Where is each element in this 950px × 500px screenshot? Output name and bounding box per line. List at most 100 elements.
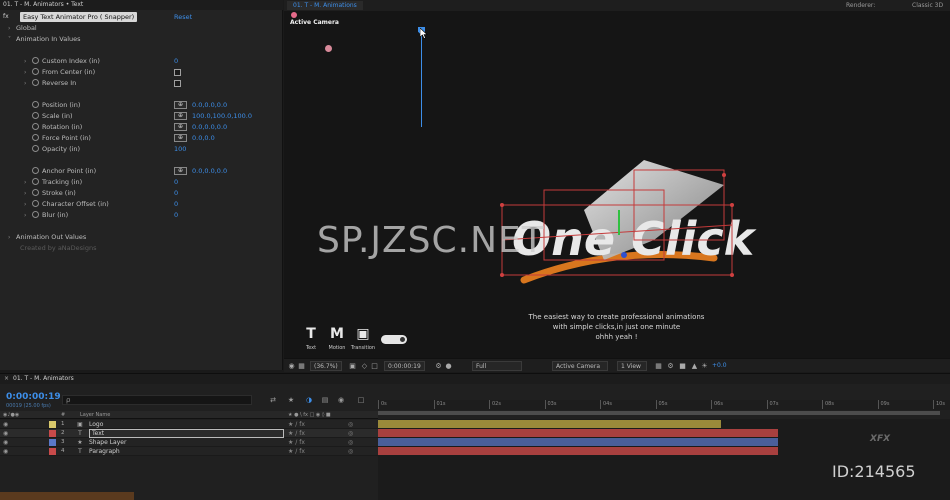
comp-mini-flowchart-icon[interactable]: ⇄ — [268, 395, 278, 405]
parent-pickwhip-icon[interactable]: ◎ — [348, 429, 353, 438]
flowchart-icon[interactable]: ▲ — [690, 361, 699, 370]
shy-layers-icon[interactable]: ◑ — [304, 395, 314, 405]
layer-name[interactable]: Logo — [89, 420, 103, 429]
visibility-eye-icon[interactable]: ◉ — [3, 421, 8, 428]
effect-property-row[interactable]: Opacity (in) — [24, 144, 80, 154]
stopwatch-icon[interactable] — [32, 134, 39, 141]
layer-search-input[interactable]: ρ — [62, 395, 252, 405]
effect-property-value[interactable]: 0.0,0.0,0.0 — [192, 166, 227, 176]
point-picker-icon[interactable]: ⊕ — [174, 112, 187, 120]
layer-row[interactable]: ◉ 1 ▣ Logo ★ / fx ◎ — [0, 420, 378, 429]
effect-property-value[interactable]: 100.0,100.0,100.0 — [192, 111, 252, 121]
timeline-icon[interactable]: ■ — [678, 361, 687, 370]
fx-badge[interactable]: fx — [3, 13, 15, 21]
layer-label-color[interactable] — [49, 439, 56, 446]
parent-pickwhip-icon[interactable]: ◎ — [348, 447, 353, 456]
renderer-value[interactable]: Classic 3D — [912, 1, 943, 10]
current-timecode[interactable]: 0:00:00:19 — [6, 392, 61, 402]
effect-property-value[interactable]: 0.0,0.0,0.0 — [192, 100, 227, 110]
effect-checkbox[interactable] — [174, 68, 181, 76]
always-preview-icon[interactable]: ◉ — [287, 361, 296, 370]
effect-property-value[interactable]: 0 — [174, 199, 178, 209]
grid-icon[interactable]: ▦ — [297, 361, 306, 370]
layer-name[interactable]: Paragraph — [89, 447, 120, 456]
point-picker-icon[interactable]: ⊕ — [174, 123, 187, 131]
toggle-switch[interactable] — [381, 335, 407, 344]
effect-property-row[interactable]: Scale (in) — [24, 111, 73, 121]
effect-property-value[interactable]: 100 — [174, 144, 186, 154]
visibility-eye-icon[interactable]: ◉ — [3, 439, 8, 446]
effect-property-row[interactable]: Force Point (in) — [24, 133, 91, 143]
layer-row[interactable]: ◉ 2 T Text ★ / fx ◎ — [0, 429, 378, 438]
effect-property-row[interactable]: Anchor Point (in) — [24, 166, 96, 176]
graph-editor-icon[interactable]: □ — [356, 395, 366, 405]
disclosure-triangle-icon[interactable]: › — [24, 178, 32, 188]
region-icon[interactable]: □ — [370, 361, 379, 370]
disclosure-triangle-icon[interactable]: › — [24, 211, 32, 221]
stopwatch-icon[interactable] — [32, 145, 39, 152]
layer-duration-bar[interactable] — [378, 429, 779, 437]
stopwatch-icon[interactable] — [32, 211, 39, 218]
resolution-dropdown[interactable]: Full — [472, 361, 522, 371]
effect-property-value[interactable]: 0 — [174, 210, 178, 220]
exposure-icon[interactable]: ☀ — [700, 361, 709, 370]
disclosure-triangle-icon[interactable]: ˅ — [8, 35, 16, 45]
disclosure-triangle-icon[interactable]: › — [24, 79, 32, 89]
column-layer-name-header[interactable]: Layer Name — [80, 411, 110, 419]
effect-property-row[interactable]: Created by aNaDesigns — [20, 243, 97, 253]
safe-zones-icon[interactable]: ▣ — [348, 361, 357, 370]
effect-property-value[interactable]: 0 — [174, 177, 178, 187]
camera-dropdown[interactable]: Active Camera — [552, 361, 608, 371]
effect-property-row[interactable]: › From Center (in) — [24, 67, 95, 77]
layout-icon[interactable]: ▦ — [654, 361, 663, 370]
reset-link[interactable]: Reset — [174, 12, 192, 22]
close-icon[interactable]: × — [4, 374, 9, 384]
motion-tool[interactable]: M Motion — [324, 326, 350, 351]
stopwatch-icon[interactable] — [32, 57, 39, 64]
disclosure-triangle-icon[interactable]: › — [24, 57, 32, 67]
stopwatch-icon[interactable] — [32, 167, 39, 174]
layer-duration-bar[interactable] — [378, 447, 779, 455]
timeline-tab[interactable]: 01. T - M. Animators — [13, 374, 74, 384]
effect-property-row[interactable]: › Tracking (in) — [24, 177, 82, 187]
effect-name[interactable]: Easy Text Animator Pro ( Snapper) — [20, 12, 138, 22]
visibility-eye-icon[interactable]: ◉ — [3, 430, 8, 437]
effect-property-value[interactable]: 0 — [174, 56, 178, 66]
stopwatch-icon[interactable] — [32, 189, 39, 196]
effect-controls-tab[interactable]: 01. T - M. Animators • Text — [0, 0, 283, 10]
composition-viewer[interactable]: 01. T - M. Animations Renderer: Classic … — [284, 0, 950, 358]
point-picker-icon[interactable]: ⊕ — [174, 134, 187, 142]
channel-icon[interactable]: ● — [444, 361, 453, 370]
work-area-bar[interactable] — [378, 411, 940, 415]
motion-blur-icon[interactable]: ◉ — [336, 395, 346, 405]
stopwatch-icon[interactable] — [32, 79, 39, 86]
stopwatch-icon[interactable] — [32, 123, 39, 130]
effect-property-row[interactable]: ˅ Animation In Values — [8, 34, 81, 44]
effect-property-row[interactable]: › Reverse In — [24, 78, 76, 88]
disclosure-triangle-icon[interactable]: › — [8, 24, 16, 34]
effect-property-row[interactable]: › Global — [8, 23, 37, 33]
stopwatch-icon[interactable] — [32, 112, 39, 119]
stopwatch-icon[interactable] — [32, 68, 39, 75]
disclosure-triangle-icon[interactable]: › — [24, 200, 32, 210]
effect-property-row[interactable]: › Custom Index (in) — [24, 56, 100, 66]
snapshot-icon[interactable]: ⚙ — [434, 361, 443, 370]
effect-property-row[interactable]: › Blur (in) — [24, 210, 68, 220]
layer-row[interactable]: ◉ 3 ★ Shape Layer ★ / fx ◎ — [0, 438, 378, 447]
layer-name[interactable]: Shape Layer — [89, 438, 126, 447]
point-picker-icon[interactable]: ⊕ — [174, 167, 187, 175]
frame-blending-icon[interactable]: ▤ — [320, 395, 330, 405]
layer-label-color[interactable] — [49, 421, 56, 428]
null-object-handle[interactable] — [325, 45, 332, 52]
disclosure-triangle-icon[interactable]: › — [8, 233, 16, 243]
layer-switches-icon[interactable]: ★ / fx — [288, 438, 305, 447]
effect-checkbox[interactable] — [174, 79, 181, 87]
text-tool[interactable]: T Text — [298, 326, 324, 351]
disclosure-triangle-icon[interactable]: › — [24, 189, 32, 199]
layer-row[interactable]: ◉ 4 T Paragraph ★ / fx ◎ — [0, 447, 378, 456]
stopwatch-icon[interactable] — [32, 101, 39, 108]
composition-tab[interactable]: 01. T - M. Animations — [287, 1, 363, 10]
effect-property-value[interactable]: 0 — [174, 188, 178, 198]
layer-label-color[interactable] — [49, 448, 56, 455]
effect-property-value[interactable]: 0.0,0.0 — [192, 133, 215, 143]
